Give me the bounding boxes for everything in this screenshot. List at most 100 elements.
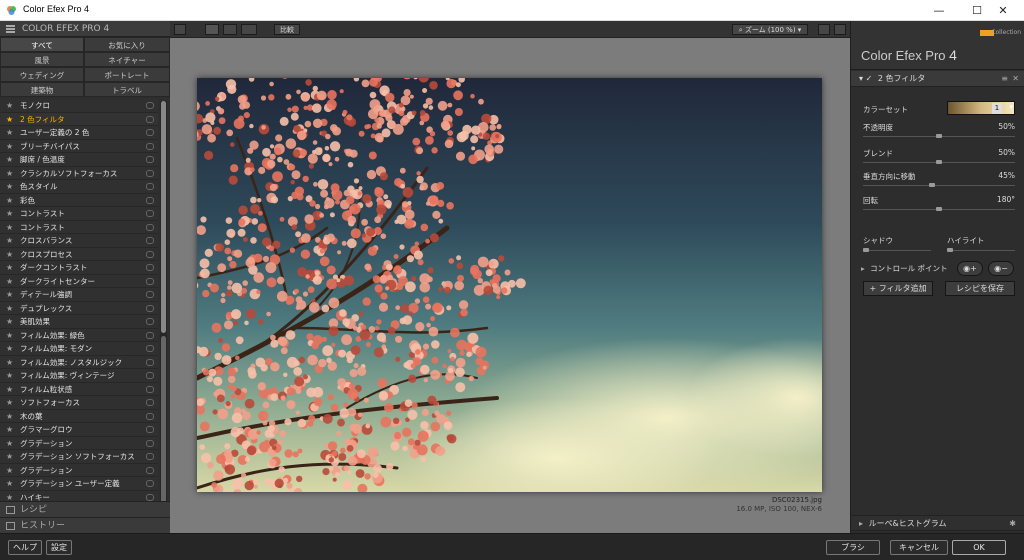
favorite-star-icon[interactable]: ★ xyxy=(6,423,13,437)
preview-eye-icon[interactable] xyxy=(146,291,154,298)
single-view-icon[interactable] xyxy=(205,24,219,35)
filter-list-item[interactable]: ★ クロスプロセス xyxy=(0,247,158,262)
settings-button[interactable]: 設定 xyxy=(46,540,72,555)
category-travel[interactable]: トラベル xyxy=(84,82,170,97)
favorite-star-icon[interactable]: ★ xyxy=(6,356,13,370)
recipes-section[interactable]: レシピ xyxy=(0,501,170,517)
slider-knob[interactable] xyxy=(928,183,935,187)
category-all[interactable]: すべて xyxy=(0,37,84,52)
preview-eye-icon[interactable] xyxy=(146,183,154,190)
preview-eye-icon[interactable] xyxy=(146,358,154,366)
preview-eye-icon[interactable] xyxy=(146,169,154,177)
preview-eye-icon[interactable] xyxy=(146,372,154,379)
loupe-histogram-section[interactable]: ▸ ルーペ&ヒストグラム ✱ xyxy=(851,515,1024,531)
filter-list-item[interactable]: ★ グラデーション ソフトフォーカス xyxy=(0,450,158,464)
favorite-star-icon[interactable]: ★ xyxy=(6,207,13,221)
help-button[interactable]: ヘルプ xyxy=(8,540,42,555)
favorite-star-icon[interactable]: ★ xyxy=(6,261,13,275)
favorite-star-icon[interactable]: ★ xyxy=(6,140,13,154)
preview-eye-icon[interactable] xyxy=(146,439,154,447)
filter-list-item[interactable]: ★ デュプレックス xyxy=(0,301,158,316)
preview-eye-icon[interactable] xyxy=(146,453,154,460)
filter-list-item[interactable]: ★ コントラスト xyxy=(0,207,158,221)
favorite-star-icon[interactable]: ★ xyxy=(6,248,13,262)
filter-list-item[interactable]: ★ ダークコントラスト xyxy=(0,261,158,275)
add-negative-control-point-button[interactable]: ◉− xyxy=(988,261,1014,276)
favorite-star-icon[interactable]: ★ xyxy=(6,113,13,127)
filter-list-item[interactable]: ★ ダークライトセンター xyxy=(0,274,158,288)
preview-eye-icon[interactable] xyxy=(146,399,154,406)
category-landscape[interactable]: 風景 xyxy=(0,52,84,67)
preview-eye-icon[interactable] xyxy=(146,142,154,150)
filter-list-item[interactable]: ★ ディテール強調 xyxy=(0,288,158,302)
filter-options-icon[interactable]: ≡ xyxy=(1001,71,1008,87)
ok-button[interactable]: OK xyxy=(952,540,1006,555)
filter-list-item[interactable]: ★ クラシカルソフトフォーカス xyxy=(0,166,158,180)
split-view-icon[interactable] xyxy=(223,24,237,35)
check-icon[interactable]: ✓ xyxy=(866,74,873,83)
slider-knob[interactable] xyxy=(936,134,942,138)
preview-eye-icon[interactable] xyxy=(146,264,154,271)
preview-eye-icon[interactable] xyxy=(146,102,154,109)
filter-list-item[interactable]: ★ フィルム効果: ノスタルジック xyxy=(0,355,158,370)
compare-button[interactable]: 比較 xyxy=(274,24,300,35)
category-nature[interactable]: ネイチャー xyxy=(84,52,170,67)
filter-list-item[interactable]: ★ ユーザー定義の 2 色 xyxy=(0,126,158,140)
favorite-star-icon[interactable]: ★ xyxy=(6,153,13,167)
param-slider[interactable] xyxy=(863,160,1015,164)
favorite-star-icon[interactable]: ★ xyxy=(6,477,13,491)
favorite-star-icon[interactable]: ★ xyxy=(6,450,13,464)
cancel-button[interactable]: キャンセル xyxy=(890,540,948,555)
favorite-star-icon[interactable]: ★ xyxy=(6,99,13,113)
filter-list-item[interactable]: ★ コントラスト xyxy=(0,220,158,235)
highlight-slider[interactable] xyxy=(947,248,1015,252)
filter-list-item[interactable]: ★ ブリーチバイパス xyxy=(0,139,158,154)
favorite-star-icon[interactable]: ★ xyxy=(6,383,13,397)
preview-eye-icon[interactable] xyxy=(146,480,154,487)
remove-filter-icon[interactable]: ✕ xyxy=(1012,71,1019,87)
preview-eye-icon[interactable] xyxy=(146,426,154,433)
filter-list-item[interactable]: ★ グラデーション ユーザー定義 xyxy=(0,477,158,491)
param-slider[interactable] xyxy=(863,134,1015,138)
param-slider[interactable] xyxy=(863,183,1015,187)
favorite-star-icon[interactable]: ★ xyxy=(6,234,13,248)
preview-eye-icon[interactable] xyxy=(146,237,154,244)
favorite-star-icon[interactable]: ★ xyxy=(6,194,13,208)
history-section[interactable]: ヒストリー xyxy=(0,517,170,533)
preview-eye-icon[interactable] xyxy=(146,331,154,339)
filter-list-item[interactable]: ★ 彩色 xyxy=(0,193,158,208)
menu-icon[interactable] xyxy=(6,25,15,33)
filter-list-item[interactable]: ★ フィルム効果: モダン xyxy=(0,342,158,356)
pin-icon[interactable]: ✱ xyxy=(1009,516,1016,532)
favorite-star-icon[interactable]: ★ xyxy=(6,221,13,235)
preview-eye-icon[interactable] xyxy=(146,466,154,474)
scrollbar-thumb[interactable] xyxy=(161,101,166,333)
filter-list-item[interactable]: ★ モノクロ xyxy=(0,99,158,113)
brush-button[interactable]: ブラシ xyxy=(826,540,880,555)
toggle-panel-icon[interactable] xyxy=(834,24,846,35)
filter-list-item[interactable]: ★ 色スタイル xyxy=(0,180,158,194)
filter-list-item[interactable]: ★ フィルム効果: 緑色 xyxy=(0,328,158,343)
filter-header[interactable]: ▾ ✓ 2 色フィルタ ≡ ✕ xyxy=(851,71,1024,87)
filter-list-item[interactable]: ★ グラデーション xyxy=(0,463,158,477)
favorite-star-icon[interactable]: ★ xyxy=(6,302,13,316)
slider-knob[interactable] xyxy=(936,207,942,211)
favorite-star-icon[interactable]: ★ xyxy=(6,329,13,343)
favorite-star-icon[interactable]: ★ xyxy=(6,410,13,424)
category-portrait[interactable]: ポートレート xyxy=(84,67,170,82)
preview-eye-icon[interactable] xyxy=(146,493,154,501)
preview-eye-icon[interactable] xyxy=(146,210,154,217)
color-set-select[interactable]: 1 ▾ xyxy=(947,101,1015,115)
preview-eye-icon[interactable] xyxy=(146,156,154,163)
filter-list-item[interactable]: ★ 2 色フィルタ xyxy=(0,112,158,127)
category-favorites[interactable]: お気に入り xyxy=(84,37,170,52)
close-window-button[interactable]: ✕ xyxy=(980,0,1024,21)
filter-list-item[interactable]: ★ 脚席 / 色温度 xyxy=(0,153,158,167)
add-positive-control-point-button[interactable]: ◉+ xyxy=(957,261,983,276)
shadow-slider[interactable] xyxy=(863,248,931,252)
category-architecture[interactable]: 建築物 xyxy=(0,82,84,97)
expand-arrow-icon[interactable]: ▾ xyxy=(859,74,863,83)
filter-list-item[interactable]: ★ クロスバランス xyxy=(0,234,158,248)
param-slider[interactable] xyxy=(863,207,1015,211)
preview-eye-icon[interactable] xyxy=(146,277,154,285)
